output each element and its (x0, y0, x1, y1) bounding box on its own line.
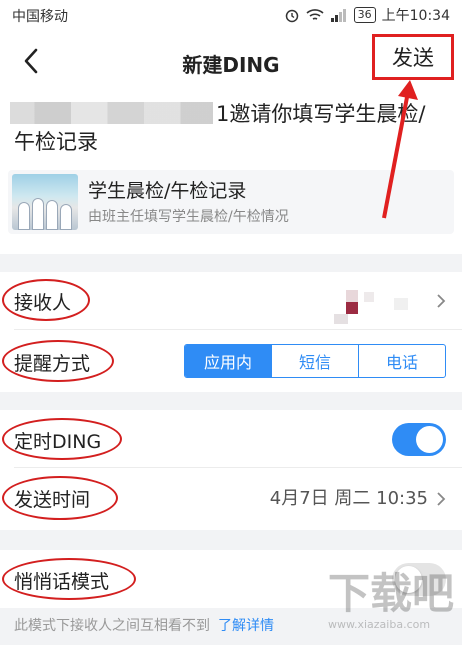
form-attachment-card[interactable]: 学生晨检/午检记录 由班主任填写学生晨检/午检情况 (8, 170, 454, 234)
alarm-icon (285, 9, 298, 23)
form-thumbnail (12, 174, 78, 230)
message-card: 1邀请你填写学生晨检/午检记录 学生晨检/午检记录 由班主任填写学生晨检/午检情… (0, 92, 462, 254)
status-icons: 36 上午10:34 (284, 5, 450, 25)
annotation-circle (2, 418, 122, 460)
scheduled-ding-row: 定时DING (0, 410, 462, 468)
chevron-right-icon (437, 492, 446, 506)
reminder-option-sms[interactable]: 短信 (272, 345, 359, 377)
reminder-row: 提醒方式 应用内 短信 电话 (0, 330, 462, 392)
recipient-avatars-blurred (332, 284, 422, 324)
annotation-circle (2, 476, 118, 520)
scheduled-ding-toggle[interactable] (392, 423, 446, 456)
chevron-right-icon (437, 294, 446, 308)
status-bar: 中国移动 36 上午10:34 (0, 0, 462, 30)
form-title: 学生晨检/午检记录 (88, 180, 247, 202)
clock: 上午10:34 (381, 8, 450, 24)
recipients-row[interactable]: 接收人 (0, 272, 462, 330)
reminder-segmented-control: 应用内 短信 电话 (184, 344, 446, 378)
annotation-circle (2, 340, 114, 382)
reminder-option-in-app[interactable]: 应用内 (185, 345, 272, 377)
signal-icon (330, 9, 346, 22)
watermark-logo: 下载吧 www.xiazaiba.com (328, 570, 458, 638)
reminder-option-phone[interactable]: 电话 (359, 345, 445, 377)
note-text: 此模式下接收人之间互相看不到 (14, 618, 210, 634)
send-button[interactable]: 发送 (372, 34, 454, 80)
learn-more-link[interactable]: 了解详情 (218, 618, 274, 634)
form-description: 由班主任填写学生晨检/午检情况 (88, 209, 289, 225)
carrier-name: 中国移动 (12, 9, 68, 25)
watermark-url: www.xiazaiba.com (328, 618, 431, 631)
watermark-text: 下载吧 (328, 569, 455, 618)
annotation-circle (2, 558, 136, 600)
battery-icon: 36 (353, 7, 376, 23)
invite-message: 1邀请你填写学生晨检/午检记录 (14, 102, 426, 154)
send-time-row[interactable]: 发送时间 4月7日 周二 10:35 (0, 468, 462, 530)
send-time-value: 4月7日 周二 10:35 (269, 488, 428, 509)
annotation-circle (2, 279, 90, 321)
wifi-icon (306, 9, 324, 20)
